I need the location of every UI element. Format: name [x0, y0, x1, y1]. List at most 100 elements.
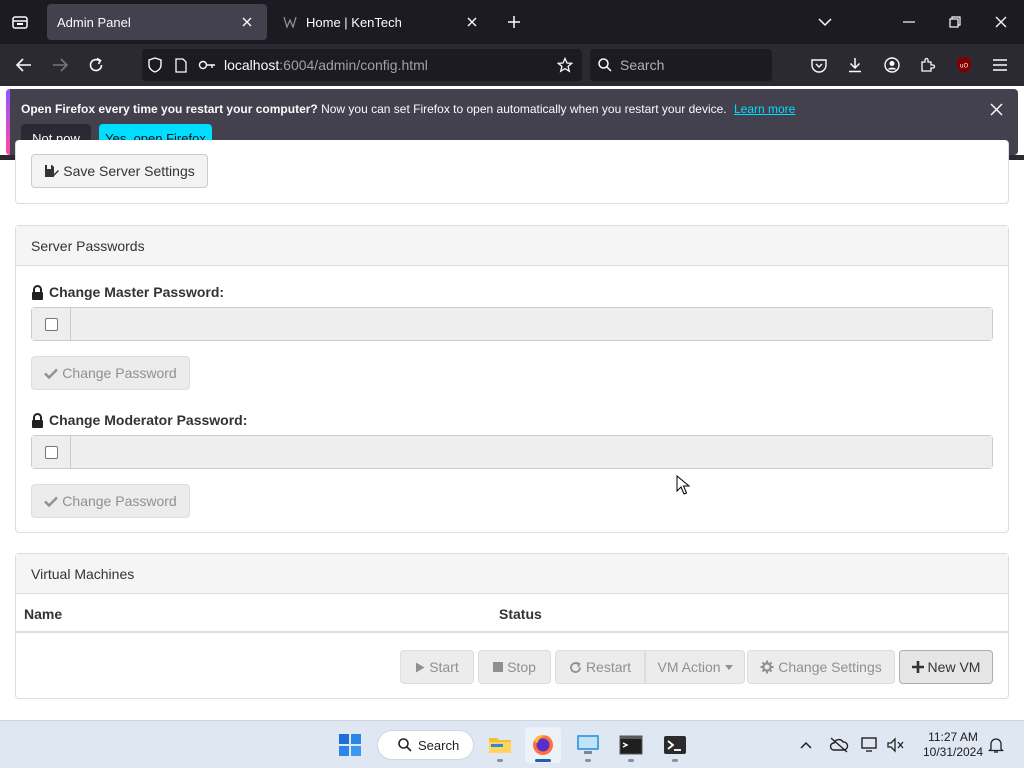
new-tab-plus-icon[interactable] [502, 10, 526, 34]
moderator-password-field[interactable] [71, 436, 992, 468]
url-path: :6004/admin/config.html [279, 57, 428, 73]
reload-icon[interactable] [82, 52, 110, 78]
notification-message: Open Firefox every time you restart your… [21, 102, 795, 116]
gear-icon [760, 660, 774, 674]
stop-label: Stop [507, 659, 536, 675]
account-icon[interactable] [879, 52, 905, 78]
running-indicator [497, 759, 503, 762]
caret-down-icon [724, 664, 733, 670]
change-moderator-password-button[interactable]: Change Password [31, 484, 190, 518]
file-explorer-icon[interactable] [482, 727, 518, 763]
moderator-password-checkbox[interactable] [44, 445, 58, 459]
globe-icon [282, 14, 298, 30]
stop-vm-button[interactable]: Stop [478, 650, 551, 684]
svg-text:uO: uO [960, 63, 969, 70]
vm-action-label: VM Action [657, 659, 721, 675]
restart-vm-button[interactable]: Restart [555, 650, 645, 684]
ublock-origin-icon[interactable]: uO [951, 52, 977, 78]
stop-icon [493, 662, 504, 672]
menu-hamburger-icon[interactable] [987, 52, 1013, 78]
notification-text: Now you can set Firefox to open automati… [321, 102, 727, 116]
vm-action-dropdown[interactable]: VM Action [645, 650, 745, 684]
vm-table-header: Name Status [16, 595, 1008, 633]
speaker-muted-icon[interactable] [884, 733, 908, 757]
check-icon [44, 496, 59, 507]
moderator-password-label: Change Moderator Password: [31, 412, 247, 428]
windows-taskbar: Search 11:27 AM 10/31/2024 [0, 720, 1024, 768]
forward-arrow-icon[interactable] [46, 52, 74, 78]
clock-time: 11:27 AM [928, 730, 978, 744]
chevron-down-icon[interactable] [802, 0, 848, 44]
tab-list-button[interactable] [0, 0, 40, 44]
tab-list-icon [12, 16, 28, 29]
active-indicator [535, 759, 551, 762]
plus-icon [911, 661, 924, 673]
change-master-password-button[interactable]: Change Password [31, 356, 190, 390]
save-server-settings-label: Save Server Settings [63, 163, 195, 179]
close-notification-icon[interactable] [986, 99, 1006, 119]
master-password-input-group [31, 307, 993, 341]
notification-bell-icon[interactable] [984, 733, 1008, 757]
lock-icon [31, 412, 44, 428]
tab-bar: Admin Panel Home | KenTech [0, 0, 1024, 44]
virtual-machines-heading: Virtual Machines [16, 554, 1008, 594]
taskbar-search-label: Search [418, 737, 460, 753]
master-password-checkbox[interactable] [44, 317, 58, 331]
navigation-bar: localhost:6004/admin/config.html Search … [0, 44, 1024, 86]
moderator-password-input-group [31, 435, 993, 469]
mouse-cursor-icon [676, 474, 691, 495]
pocket-icon[interactable] [806, 52, 832, 78]
master-password-label-text: Change Master Password: [49, 284, 225, 300]
remote-desktop-icon[interactable] [570, 727, 606, 763]
back-arrow-icon[interactable] [10, 52, 38, 78]
download-icon[interactable] [842, 52, 868, 78]
restart-label: Restart [585, 659, 632, 675]
change-settings-button[interactable]: Change Settings [747, 650, 895, 684]
server-settings-panel: Save Server Settings [15, 140, 1009, 204]
cloud-offline-icon[interactable] [827, 733, 851, 757]
learn-more-link[interactable]: Learn more [734, 102, 795, 116]
system-clock[interactable]: 11:27 AM 10/31/2024 [916, 730, 990, 760]
search-placeholder: Search [620, 57, 665, 73]
restore-icon[interactable] [932, 0, 978, 44]
url-host: localhost [224, 57, 280, 73]
master-password-label: Change Master Password: [31, 284, 224, 300]
minimize-icon[interactable] [886, 0, 932, 44]
firefox-taskbar-icon[interactable] [525, 727, 561, 763]
tab-title: Admin Panel [57, 14, 131, 30]
play-icon [415, 662, 425, 673]
search-bar[interactable]: Search [590, 49, 772, 81]
network-icon[interactable] [858, 733, 882, 757]
tab-admin-panel[interactable]: Admin Panel [47, 4, 267, 40]
master-password-field[interactable] [71, 308, 992, 340]
bookmark-star-icon[interactable] [552, 49, 578, 81]
shield-icon[interactable] [142, 49, 168, 81]
key-icon[interactable] [194, 49, 220, 81]
taskbar-search[interactable]: Search [377, 730, 474, 760]
save-edit-icon [44, 164, 60, 178]
moderator-password-show-addon [32, 436, 71, 468]
save-server-settings-button[interactable]: Save Server Settings [31, 154, 208, 188]
command-prompt-icon[interactable] [613, 727, 649, 763]
server-passwords-heading: Server Passwords [16, 226, 1008, 266]
extensions-puzzle-icon[interactable] [915, 52, 941, 78]
page-icon[interactable] [168, 49, 194, 81]
server-passwords-panel: Server Passwords Change Master Password:… [15, 225, 1009, 533]
new-vm-button[interactable]: New VM [899, 650, 993, 684]
column-status: Status [499, 606, 542, 622]
windows-start-icon[interactable] [332, 727, 368, 763]
url-bar[interactable]: localhost:6004/admin/config.html [142, 49, 582, 81]
running-indicator [585, 759, 591, 762]
master-password-show-addon [32, 308, 71, 340]
close-window-icon[interactable] [978, 0, 1024, 44]
terminal-icon[interactable] [657, 727, 693, 763]
chevron-up-icon[interactable] [794, 733, 818, 757]
start-vm-button[interactable]: Start [400, 650, 474, 684]
tab-home-kentech[interactable]: Home | KenTech [272, 4, 492, 40]
tab-close-icon[interactable] [462, 12, 482, 32]
virtual-machines-panel: Virtual Machines Name Status Start Stop … [15, 553, 1009, 699]
running-indicator [672, 759, 678, 762]
tab-close-icon[interactable] [237, 12, 257, 32]
change-settings-label: Change Settings [778, 659, 882, 675]
url-text[interactable]: localhost:6004/admin/config.html [224, 57, 552, 73]
